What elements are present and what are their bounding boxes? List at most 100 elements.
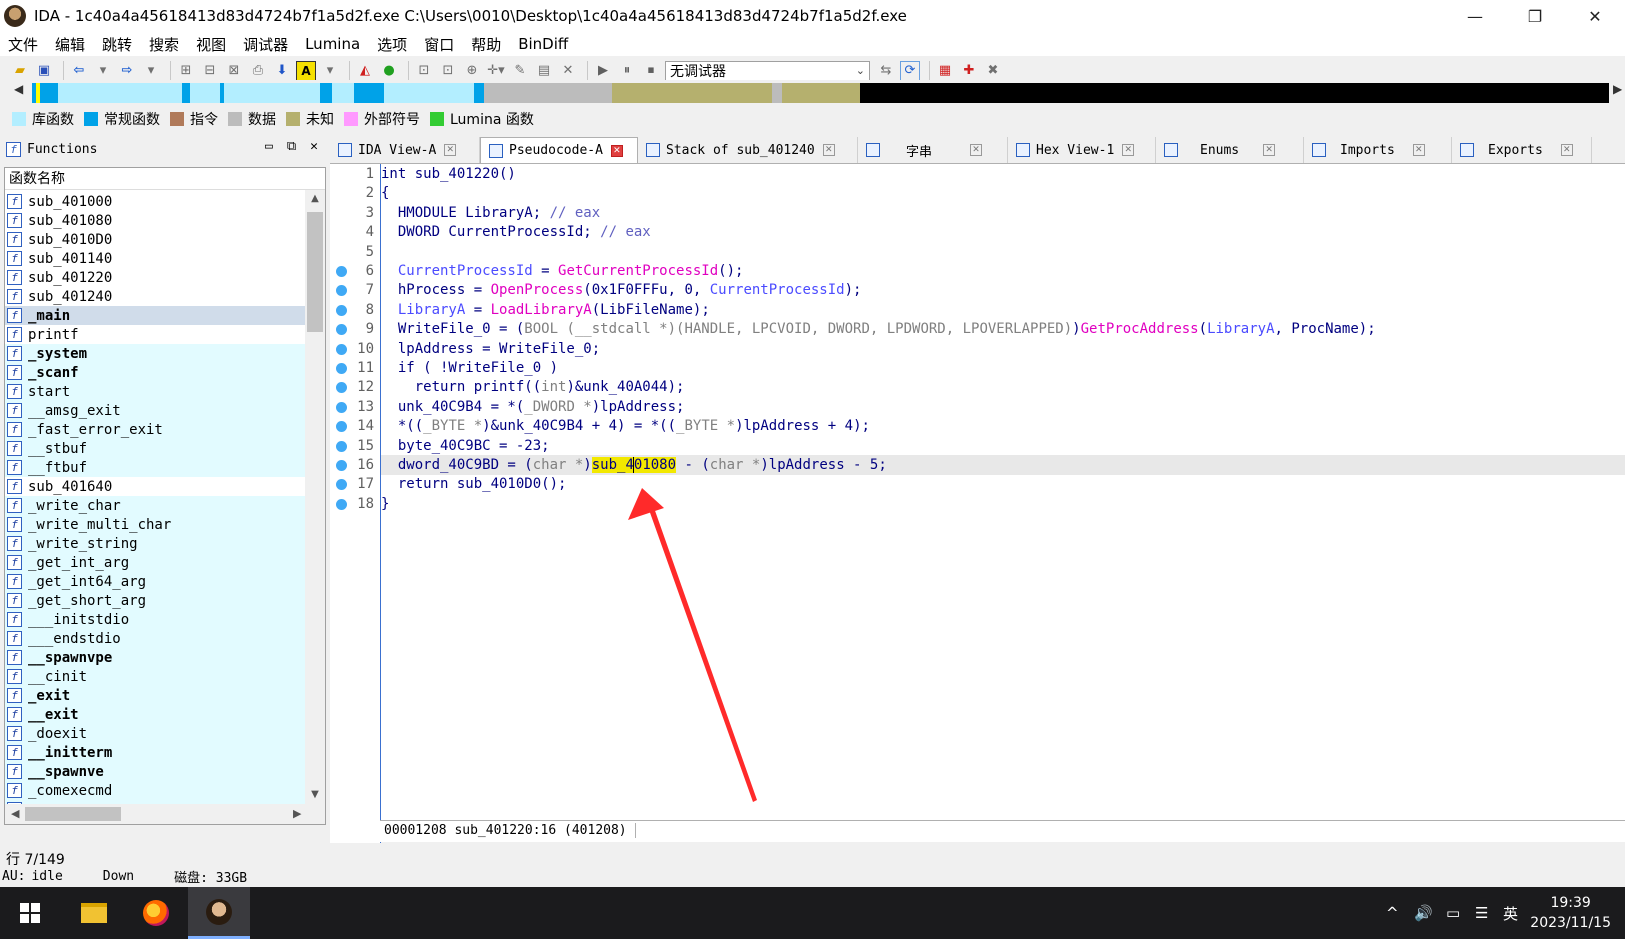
delete-icon[interactable]: ✕ [558, 61, 578, 81]
firefox-button[interactable] [130, 887, 182, 939]
string-icon[interactable]: A [296, 60, 316, 81]
function-row[interactable]: f _write_multi_char [5, 515, 305, 534]
debug-refresh-icon[interactable]: ⟳ [900, 60, 920, 81]
function-row[interactable]: f __spawnve [5, 762, 305, 781]
function-row[interactable]: f sub_401240 [5, 287, 305, 306]
tab-pseudocode-a[interactable]: Pseudocode-A ✕ [480, 137, 638, 163]
menu-file[interactable]: 文件 [8, 34, 38, 55]
code-line[interactable]: lpAddress = WriteFile_0; [381, 339, 600, 359]
function-row[interactable]: f _get_int_arg [5, 553, 305, 572]
clock[interactable]: 19:39 2023/11/15 [1530, 893, 1611, 933]
code-line[interactable]: hProcess = OpenProcess(0x1F0FFFu, 0, Cur… [381, 280, 862, 300]
scroll-thumb[interactable] [25, 807, 121, 821]
tab-close-icon[interactable]: ✕ [970, 144, 983, 156]
breakpoint-dot-icon[interactable] [336, 401, 347, 413]
function-row[interactable]: f __ftbuf [5, 458, 305, 477]
breakpoint-dot-icon[interactable] [336, 498, 347, 510]
panel-maximize-icon[interactable]: ▭ [265, 139, 273, 154]
function-row[interactable]: f sub_401640 [5, 477, 305, 496]
code-line[interactable]: return printf((int)&unk_40A044); [381, 377, 685, 397]
function-row[interactable]: f ___endstdio [5, 629, 305, 648]
code-line[interactable]: dword_40C9BD = (char *)sub_401080 - (cha… [381, 455, 887, 475]
panel-close-icon[interactable]: ✕ [310, 139, 318, 154]
breakpoint-dot-icon[interactable] [336, 285, 347, 297]
menu-bindiff[interactable]: BinDiff [518, 35, 568, 53]
tab-ida-view-a[interactable]: IDA View-A ✕ [330, 137, 480, 163]
scroll-thumb[interactable] [307, 212, 323, 332]
pseudocode-view[interactable]: 1 2 3 4 5 6 7 8 9 10 11 12 13 14 15 16 17 18 int sub_4012… [330, 163, 1625, 843]
breakpoint-dot-icon[interactable] [336, 421, 347, 433]
tab-close-icon[interactable]: ✕ [610, 144, 623, 157]
scroll-up-icon[interactable]: ▲ [305, 190, 325, 208]
code-line[interactable]: WriteFile_0 = (BOOL (__stdcall *)(HANDLE… [381, 319, 1376, 339]
function-row[interactable]: f __stbuf [5, 439, 305, 458]
code-line[interactable]: if ( !WriteFile_0 ) [381, 358, 558, 378]
run-icon[interactable]: ▶ [593, 61, 613, 81]
tab-close-icon[interactable]: ✕ [1122, 144, 1135, 156]
back-arrow-icon[interactable]: ⇦ [69, 61, 89, 81]
function-row[interactable]: f _comexecmd [5, 781, 305, 800]
scroll-down-icon[interactable]: ▼ [305, 786, 325, 804]
tab-close-icon[interactable]: ✕ [822, 144, 835, 156]
breakpoint-dot-icon[interactable] [336, 440, 347, 452]
stop-icon[interactable]: ⏹ [641, 61, 661, 81]
file-explorer-button[interactable] [68, 887, 120, 939]
debug-attach-icon[interactable]: ⇆ [876, 61, 896, 81]
code-line[interactable]: DWORD CurrentProcessId; // eax [381, 222, 651, 242]
horizontal-scrollbar[interactable]: ◀ ▶ [5, 804, 325, 824]
scroll-right-icon[interactable]: ▶ [293, 804, 301, 824]
tab-stack[interactable]: Stack of sub_401240 ✕ [638, 137, 858, 163]
text-search-icon[interactable]: ⊟ [200, 61, 220, 81]
delete-breakpoint-icon[interactable]: ✖ [983, 61, 1003, 81]
close-button[interactable]: ✕ [1565, 0, 1625, 32]
function-row[interactable]: f __exit [5, 705, 305, 724]
breakpoint-dot-icon[interactable] [336, 266, 347, 277]
minimize-button[interactable]: — [1445, 0, 1505, 32]
function-row[interactable]: f _system [5, 344, 305, 363]
function-row[interactable]: f sub_401000 [5, 192, 305, 211]
search-next-icon[interactable]: ⊠ [224, 61, 244, 81]
function-row[interactable]: f sub_401080 [5, 211, 305, 230]
notification-icon[interactable]: ☰ [1475, 887, 1488, 939]
function-row[interactable]: f sub_401140 [5, 249, 305, 268]
tab-enums[interactable]: Enums ✕ [1156, 137, 1304, 163]
tab-hex-view[interactable]: Hex View-1 ✕ [1008, 137, 1156, 163]
functions-list[interactable]: 函数名称 f sub_401000 f sub_401080 f sub_4010D0 f s… [4, 167, 326, 825]
function-row[interactable]: f __amsg_exit [5, 401, 305, 420]
function-row[interactable]: f __initterm [5, 743, 305, 762]
menu-lumina[interactable]: Lumina [305, 35, 360, 53]
breakpoint-dot-icon[interactable] [336, 343, 347, 355]
code-line[interactable]: unk_40C9B4 = *(_DWORD *)lpAddress; [381, 397, 685, 417]
menu-edit[interactable]: 编辑 [55, 34, 85, 55]
function-row[interactable]: f _scanf [5, 363, 305, 382]
binary-search-icon[interactable]: ⊞ [176, 61, 196, 81]
menu-debugger[interactable]: 调试器 [243, 34, 288, 55]
function-name-column-header[interactable]: 函数名称 [5, 168, 325, 190]
tab-close-icon[interactable]: ✕ [444, 144, 457, 156]
string-dropdown-icon[interactable]: ▾ [320, 61, 340, 81]
code-line[interactable]: int sub_401220() [381, 164, 516, 184]
function-row[interactable]: f sub_4010D0 [5, 230, 305, 249]
function-row[interactable]: f start [5, 382, 305, 401]
tab-close-icon[interactable]: ✕ [1412, 144, 1425, 156]
breakpoint-dot-icon[interactable] [336, 382, 347, 394]
code-line[interactable]: LibraryA = LoadLibraryA(LibFileName); [381, 300, 710, 320]
volume-icon[interactable]: 🔊 [1414, 887, 1433, 939]
function-row[interactable]: f printf [5, 325, 305, 344]
code-line[interactable]: *((_BYTE *)&unk_40C9B4 + 4) = *((_BYTE *… [381, 416, 870, 436]
function-row[interactable]: f ___initstdio [5, 610, 305, 629]
function-row[interactable]: f _get_int64_arg [5, 572, 305, 591]
nav-left-icon[interactable]: ◀ [14, 82, 23, 96]
code-line[interactable]: return sub_4010D0(); [381, 474, 567, 494]
patch-icon[interactable]: ✎ [510, 61, 530, 81]
menu-jump[interactable]: 跳转 [102, 34, 132, 55]
nav-right-icon[interactable]: ▶ [1613, 82, 1622, 96]
network-icon[interactable]: ▭ [1446, 887, 1460, 939]
breakpoint-dot-icon[interactable] [336, 324, 347, 336]
breakpoint-dot-icon[interactable] [336, 460, 347, 471]
tab-imports[interactable]: Imports ✕ [1304, 137, 1452, 163]
vertical-scrollbar[interactable]: ▲ ▼ [305, 190, 325, 804]
ida-taskbar-button[interactable] [188, 887, 250, 939]
code-line[interactable]: CurrentProcessId = GetCurrentProcessId()… [381, 261, 744, 281]
scroll-left-icon[interactable]: ◀ [11, 804, 19, 824]
